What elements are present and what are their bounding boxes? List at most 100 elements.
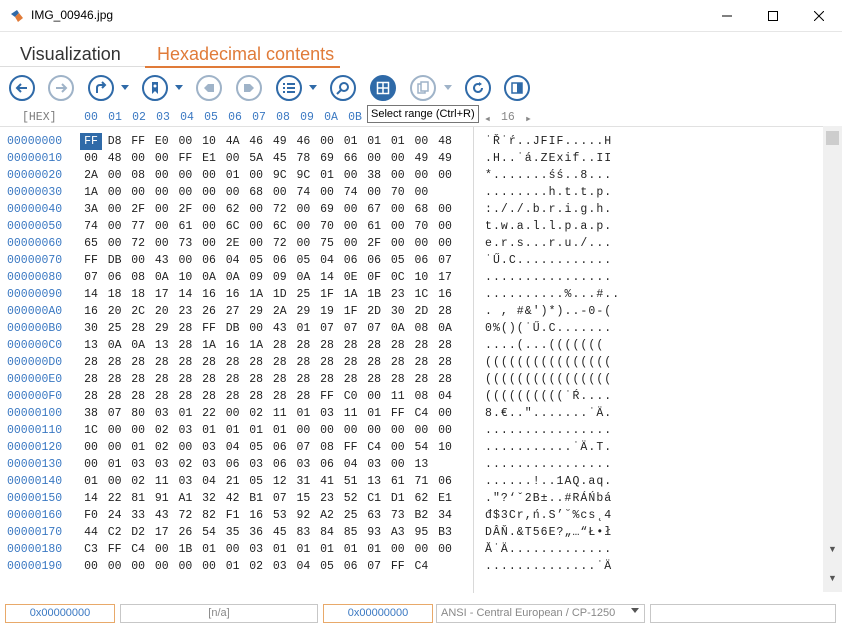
hex-byte[interactable]: 2E — [222, 235, 244, 252]
hex-byte[interactable]: 00 — [151, 558, 173, 575]
hex-byte[interactable]: 08 — [127, 167, 149, 184]
hex-byte[interactable]: 00 — [434, 541, 456, 558]
hex-byte[interactable]: 38 — [363, 167, 385, 184]
hex-byte[interactable]: 32 — [198, 490, 220, 507]
hex-byte[interactable]: 5A — [245, 150, 267, 167]
hex-byte[interactable]: D1 — [387, 490, 409, 507]
hex-byte[interactable]: 07 — [340, 320, 362, 337]
hex-byte[interactable]: 28 — [387, 371, 409, 388]
hex-byte[interactable]: 54 — [410, 439, 432, 456]
hex-byte[interactable]: 91 — [151, 490, 173, 507]
hex-byte[interactable]: 22 — [198, 405, 220, 422]
hex-byte[interactable]: 25 — [104, 320, 126, 337]
hex-byte[interactable]: 29 — [151, 320, 173, 337]
hex-byte[interactable]: 06 — [340, 558, 362, 575]
hex-byte[interactable]: 62 — [222, 201, 244, 218]
hex-byte[interactable]: 00 — [104, 439, 126, 456]
hex-byte[interactable]: C0 — [340, 388, 362, 405]
hex-byte[interactable]: 01 — [363, 405, 385, 422]
hex-byte[interactable]: 00 — [387, 456, 409, 473]
hex-byte[interactable]: 04 — [316, 252, 338, 269]
hex-byte[interactable]: 54 — [198, 524, 220, 541]
hex-byte[interactable]: 07 — [292, 439, 314, 456]
hex-byte[interactable]: E1 — [434, 490, 456, 507]
hex-byte[interactable]: 16 — [80, 303, 102, 320]
minimize-button[interactable] — [704, 0, 750, 31]
hex-byte[interactable]: 2F — [127, 201, 149, 218]
hex-byte[interactable]: 01 — [292, 320, 314, 337]
hex-byte[interactable]: 00 — [363, 388, 385, 405]
hex-byte[interactable]: 02 — [151, 422, 173, 439]
hex-byte[interactable]: FF — [198, 320, 220, 337]
hex-byte[interactable]: 0F — [363, 269, 385, 286]
hex-byte[interactable]: 06 — [104, 269, 126, 286]
hex-byte[interactable]: 61 — [174, 218, 196, 235]
hex-byte[interactable]: 00 — [245, 320, 267, 337]
hex-byte[interactable]: 72 — [174, 507, 196, 524]
hex-byte[interactable]: 05 — [245, 473, 267, 490]
hex-byte[interactable]: 35 — [222, 524, 244, 541]
hex-byte[interactable]: 00 — [104, 201, 126, 218]
hex-byte[interactable]: B3 — [434, 524, 456, 541]
hex-byte[interactable]: 28 — [434, 371, 456, 388]
hex-byte[interactable]: 00 — [434, 235, 456, 252]
select-range-button[interactable] — [370, 75, 396, 101]
hex-byte[interactable]: 03 — [151, 405, 173, 422]
hex-byte[interactable]: 71 — [410, 473, 432, 490]
hex-byte[interactable]: 00 — [127, 150, 149, 167]
hex-byte[interactable]: 6C — [222, 218, 244, 235]
hex-byte[interactable]: 9C — [292, 167, 314, 184]
hex-byte[interactable]: 03 — [174, 473, 196, 490]
hex-byte[interactable]: 00 — [127, 422, 149, 439]
hex-byte[interactable]: 30 — [80, 320, 102, 337]
hex-byte[interactable]: C1 — [363, 490, 385, 507]
hex-byte[interactable]: 17 — [151, 524, 173, 541]
hex-byte[interactable]: 00 — [434, 201, 456, 218]
hex-byte[interactable]: 65 — [80, 235, 102, 252]
hex-byte[interactable]: 00 — [198, 235, 220, 252]
hex-byte[interactable]: 70 — [387, 184, 409, 201]
page-next-icon[interactable]: ▸ — [525, 111, 532, 126]
hex-byte[interactable]: 28 — [127, 320, 149, 337]
hex-byte[interactable]: 2A — [269, 303, 291, 320]
hex-byte[interactable]: 00 — [434, 422, 456, 439]
hex-byte[interactable]: 00 — [340, 201, 362, 218]
hex-byte[interactable]: 80 — [127, 405, 149, 422]
hex-byte[interactable]: 0A — [292, 269, 314, 286]
hex-byte[interactable]: 04 — [198, 473, 220, 490]
hex-byte[interactable]: 25 — [340, 507, 362, 524]
hex-byte[interactable]: 28 — [222, 371, 244, 388]
page-prev-icon[interactable]: ◂ — [484, 111, 491, 126]
hex-byte[interactable]: 00 — [151, 201, 173, 218]
hex-byte[interactable]: 28 — [269, 354, 291, 371]
hex-byte[interactable]: 16 — [222, 337, 244, 354]
hex-byte[interactable]: 1C — [410, 286, 432, 303]
hex-byte[interactable]: 00 — [151, 150, 173, 167]
hex-byte[interactable]: 2F — [363, 235, 385, 252]
scrollbar-thumb[interactable] — [826, 131, 839, 145]
hex-byte[interactable]: 07 — [434, 252, 456, 269]
hex-byte[interactable]: 11 — [269, 405, 291, 422]
hex-byte[interactable]: 02 — [245, 558, 267, 575]
hex-byte[interactable]: 42 — [222, 490, 244, 507]
hex-byte[interactable]: 28 — [127, 388, 149, 405]
hex-byte[interactable]: B2 — [410, 507, 432, 524]
hex-byte[interactable]: 01 — [340, 133, 362, 150]
hex-byte[interactable]: 28 — [316, 337, 338, 354]
hex-byte[interactable]: 28 — [104, 354, 126, 371]
hex-byte[interactable]: 1A — [80, 184, 102, 201]
hex-byte[interactable]: 28 — [198, 354, 220, 371]
hex-byte[interactable]: 11 — [151, 473, 173, 490]
hex-byte[interactable]: 00 — [387, 439, 409, 456]
hex-byte[interactable]: 07 — [269, 490, 291, 507]
hex-byte[interactable]: 0A — [387, 320, 409, 337]
maximize-button[interactable] — [750, 0, 796, 31]
hex-byte[interactable]: 03 — [245, 456, 267, 473]
go-to-dropdown-icon[interactable] — [121, 85, 129, 90]
hex-byte[interactable]: 72 — [269, 201, 291, 218]
hex-byte[interactable]: 61 — [387, 473, 409, 490]
hex-byte[interactable]: 00 — [104, 218, 126, 235]
hex-byte[interactable]: 33 — [127, 507, 149, 524]
hex-byte[interactable]: 08 — [127, 269, 149, 286]
hex-byte[interactable]: 85 — [340, 524, 362, 541]
